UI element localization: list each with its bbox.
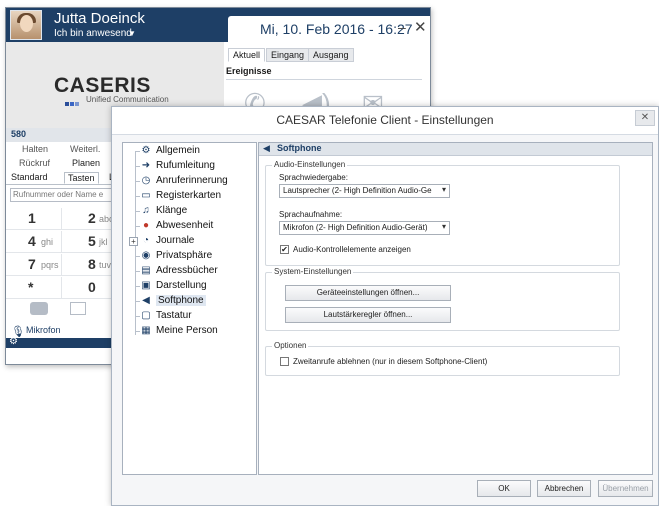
dial-tabs: Standard Tasten L [6,172,118,185]
section-header: ◀ Softphone [259,143,652,156]
nav-item-registerkarten[interactable]: ▭ Registerkarten [123,189,255,204]
reject-second-calls-checkbox[interactable] [280,357,289,366]
user-avatar[interactable] [10,10,42,40]
tab-standard[interactable]: Standard [8,172,51,182]
extension-number: 580 [11,129,27,139]
playback-label: Sprachwiedergabe: [279,173,348,182]
nav-item-rufumleitung[interactable]: ➜ Rufumleitung [123,159,255,174]
key-0[interactable]: 0 [62,277,118,299]
hold-button[interactable]: Halten [22,144,48,154]
chevron-down-icon: ▾ [441,222,446,231]
call-buttons-row: Rückruf Planen [6,158,118,171]
key-1[interactable]: 1 [6,208,62,230]
minimize-icon[interactable]: – [398,19,406,35]
dial-input[interactable]: Rufnummer oder Name e [10,188,114,202]
audio-settings-group: Audio-Einstellungen Sprachwiedergabe: La… [265,160,620,266]
nav-item-meine-person[interactable]: ▦ Meine Person [123,324,255,339]
presence-status[interactable]: Ich bin anwesend [54,28,132,39]
person-away-icon: ● [142,220,150,231]
plan-button[interactable]: Planen [72,158,100,168]
callback-button[interactable]: Rückruf [19,158,50,168]
key-4[interactable]: 4 ghi [6,231,62,253]
nav-item-privatsphaere[interactable]: ◉ Privatsphäre [123,249,255,264]
gear-icon[interactable]: ⚙ [9,336,18,347]
keyboard-key-icon: ▢ [141,310,151,321]
tab-eingang[interactable]: Eingang [266,48,310,62]
record-select[interactable]: Mikrofon (2- High Definition Audio-Gerät… [279,221,450,235]
nav-item-softphone[interactable]: ◀ Softphone [123,294,255,309]
audio-controls-checkbox[interactable]: ✔ [280,245,289,254]
address-book-icon: ▤ [141,265,151,276]
logo-squares-icon [65,97,80,109]
options-group: Optionen Zweitanrufe ablehnen (nur in di… [265,341,620,376]
nav-item-klaenge[interactable]: ♫ Klänge [123,204,255,219]
device-settings-button[interactable]: Geräteeinstellungen öffnen... [285,285,451,301]
music-note-icon: ♫ [142,205,150,216]
section-title: Softphone [277,143,322,153]
user-name: Jutta Doeinck [54,10,145,27]
nav-item-allgemein[interactable]: ⚙ Allgemein [123,144,255,159]
reject-second-calls-label: Zweitanrufe ablehnen (nur in diesem Soft… [293,357,488,366]
gear-icon: ⚙ [141,145,151,156]
tab-tasten[interactable]: Tasten [64,172,99,184]
nav-item-tastatur[interactable]: ▢ Tastatur [123,309,255,324]
folder-icon: ▭ [141,190,151,201]
divider [226,79,422,80]
dial-panel: Halten Weiterl. Rückruf Planen Standard … [6,142,118,364]
nav-item-journale[interactable]: ◔ Journale [123,234,255,249]
dialog-title: CAESAR Telefonie Client - Einstellungen [276,113,494,127]
ok-button[interactable]: OK [477,480,531,497]
volume-control-button[interactable]: Lautstärkeregler öffnen... [285,307,451,323]
record-label: Sprachaufnahme: [279,210,343,219]
logo-subtitle: Unified Communication [86,95,169,104]
group-title: Optionen [272,341,309,350]
system-settings-group: System-Einstellungen Geräteeinstellungen… [265,267,620,331]
events-title: Ereignisse [226,66,272,76]
key-7[interactable]: 7 pqrs [6,254,62,276]
key-2[interactable]: 2 abc [62,208,118,230]
microphone-label: Mikrofon [26,325,61,335]
settings-content: ◀ Softphone Audio-Einstellungen Sprachwi… [258,142,653,475]
nav-item-darstellung[interactable]: ▣ Darstellung [123,279,255,294]
nav-item-anruferinnerung[interactable]: ◷ Anruferinnerung [123,174,255,189]
call-buttons-row: Halten Weiterl. [6,144,118,157]
clock-icon: ◷ [141,175,151,186]
apply-button[interactable]: Übernehmen [598,480,653,497]
playback-select[interactable]: Lautsprecher (2- High Definition Audio-G… [279,184,450,198]
contact-card-icon[interactable] [70,302,86,315]
settings-nav-tree: + ⚙ Allgemein ➜ Rufumleitung ◷ Anruferinner… [122,142,257,475]
close-icon[interactable]: ✕ [635,110,655,126]
group-title: Audio-Einstellungen [272,160,348,169]
display-icon: ▣ [141,280,151,291]
key-star[interactable]: * [6,277,62,299]
client-footer: ⚙ [6,336,118,348]
audio-controls-label: Audio-Kontrollelemente anzeigen [293,245,411,254]
eye-icon: ◉ [141,250,151,261]
close-icon[interactable]: ✕ [414,18,427,36]
key-8[interactable]: 8 tuv [62,254,118,276]
date-bar: Mi, 10. Feb 2016 - 16:27 – ✕ [228,16,430,42]
dialog-title-bar: CAESAR Telefonie Client - Einstellungen … [112,107,658,135]
mic-speaker-icon: ◀ [263,143,270,153]
cancel-button[interactable]: Abbrechen [537,480,591,497]
journal-clock-icon: ◔ [142,235,150,246]
forward-arrow-icon: ➜ [141,160,151,171]
chat-icon[interactable] [30,302,48,315]
key-5[interactable]: 5 jkl [62,231,118,253]
group-title: System-Einstellungen [272,267,354,276]
chevron-down-icon[interactable]: ▼ [128,29,136,38]
date-time: Mi, 10. Feb 2016 - 16:27 [260,21,413,37]
tab-aktuell[interactable]: Aktuell [228,48,266,62]
chevron-down-icon: ▾ [441,185,446,194]
tab-ausgang[interactable]: Ausgang [308,48,354,62]
mic-speaker-icon: ◀ [142,295,150,306]
person-card-icon: ▦ [141,325,151,336]
nav-item-abwesenheit[interactable]: ● Abwesenheit [123,219,255,234]
client-header: Jutta Doeinck Ich bin anwesend ▼ Mi, 10.… [6,8,430,42]
nav-item-adressbuecher[interactable]: ▤ Adressbücher [123,264,255,279]
settings-dialog: CAESAR Telefonie Client - Einstellungen … [111,106,659,506]
forward-button[interactable]: Weiterl. [70,144,100,154]
